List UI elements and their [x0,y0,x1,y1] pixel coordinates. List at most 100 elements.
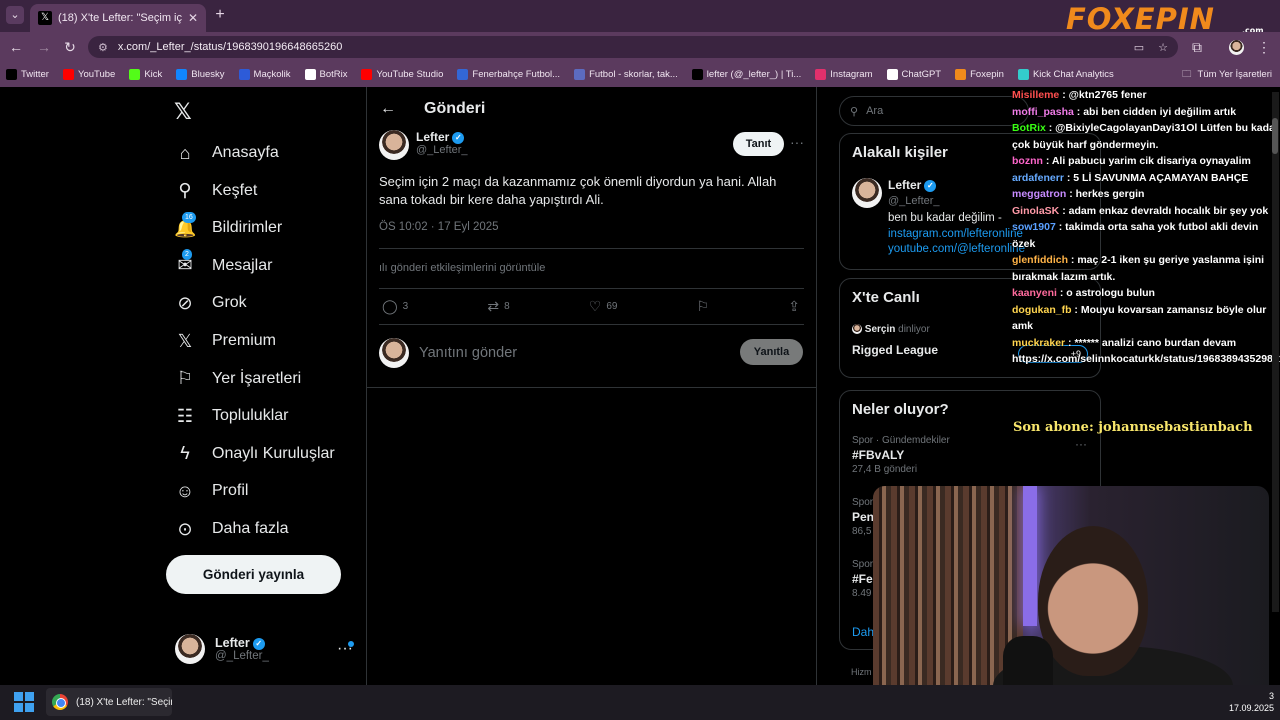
sidebar-item-label: Grok [212,294,247,312]
browser-profile-avatar[interactable] [1229,40,1244,55]
live-host[interactable]: Serçin dinliyor [852,324,930,335]
chat-username: meggatron [1012,188,1067,200]
all-bookmarks-button[interactable]: 🗀 Tüm Yer İşaretleri [1182,62,1272,87]
tab-search-button[interactable]: ⌄ [6,6,24,24]
post-button[interactable]: Gönderi yayınla [166,555,341,594]
page-title: Gönderi [424,100,486,117]
reply-icon: ◯ [382,298,398,314]
windows-start-icon[interactable] [14,692,34,712]
extensions-icon[interactable]: ⧉ [1187,37,1207,57]
reply-button[interactable]: Yanıtla [740,339,803,365]
sidebar-item-daha-fazla[interactable]: ⊙ Daha fazla [174,510,288,548]
avatar[interactable] [852,178,882,208]
view-engagements-link[interactable]: ılı gönderi etkileşimlerini görüntüle [379,262,545,274]
scrollbar-thumb[interactable] [1272,118,1278,154]
bookmark-item[interactable]: ChatGPT [886,69,941,80]
sidebar-item-label: Topluluklar [212,407,289,425]
sidebar-item-premium[interactable]: 𝕏 Premium [174,322,276,360]
browser-menu-icon[interactable]: ⋮ [1254,37,1274,57]
sidebar-item-label: Mesajlar [212,256,273,274]
site-info-icon[interactable]: ⚙ [98,41,108,54]
sidebar-item-label: Bildirimler [212,219,283,237]
bookmark-item[interactable]: YouTube Studio [361,69,443,80]
bookmark-action[interactable]: ⚐ [697,298,710,315]
sidebar-item-yer-i-şaretleri[interactable]: ⚐ Yer İşaretleri [174,360,301,398]
instagram-link[interactable]: instagram.com/lefteronline [888,228,1023,240]
reply-action[interactable]: ◯ 3 [382,298,408,315]
cast-icon[interactable]: ▭ [1134,41,1144,54]
trend-context: Spor · Gündemdekiler [852,435,950,446]
bookmark-item[interactable]: BotRix [304,69,347,80]
bookmark-item[interactable]: Foxepin [955,69,1004,80]
taskbar-chrome-app[interactable]: (18) X'te Lefter: "Seçim i [46,688,172,716]
promote-button[interactable]: Tanıt [733,132,784,156]
share-icon: ⇪ [788,298,800,314]
back-arrow-icon[interactable]: ← [380,100,396,118]
avatar[interactable] [379,130,409,160]
trend-more-icon[interactable]: ··· [1075,437,1087,451]
bookshelf-image [873,486,1023,700]
author-handle[interactable]: @_Lefter_ [416,144,468,156]
sidebar-item-topluluklar[interactable]: ☷ Topluluklar [174,397,289,435]
grid-icon [457,69,469,80]
mackolik-icon [238,69,250,80]
sidebar-item-mesajlar[interactable]: ✉ 2 Mesajlar [174,247,272,285]
bookmark-item[interactable]: lefter (@_lefter_) | Ti... [691,69,801,80]
like-action[interactable]: ♡ 69 [589,298,618,315]
reply-input[interactable]: Yanıtını gönder [419,345,517,361]
bookmark-item[interactable]: YouTube [62,69,115,80]
x-logo-icon[interactable]: 𝕏 [174,100,192,125]
chat-username: muckraker [1012,336,1066,349]
bookmark-item[interactable]: Instagram [815,69,873,80]
reload-icon[interactable]: ↻ [60,37,80,57]
streamer-head-image [1038,526,1148,676]
scrollbar[interactable] [1272,92,1279,612]
related-name[interactable]: Lefter [888,178,921,192]
youtube-link[interactable]: youtube.com/@lefteronline [888,243,1025,255]
lightning-icon: ϟ [180,443,190,464]
repost-action[interactable]: ⇄ 8 [487,298,509,315]
trend-item[interactable]: Spor · Gündemdekiler #FBvALY 27,4 B gönder… [852,435,950,475]
show-more-link[interactable]: Dah [852,625,874,639]
bookmark-item[interactable]: Kick [129,69,162,80]
sidebar-item-grok[interactable]: ⊘ Grok [174,284,247,322]
post-header: ← Gönderi [380,100,485,118]
last-subscriber: Son abone: johannsebastianbach [1013,420,1253,435]
trend-item[interactable]: Spor Pen 86,5 [852,497,874,537]
stream-chat-overlay: Misilleme : @ktn2765 fener moffi_pasha : … [1012,87,1280,368]
sidebar-item-anasayfa[interactable]: ⌂ Anasayfa [174,134,279,172]
star-icon[interactable]: ☆ [1158,41,1168,54]
related-handle[interactable]: @_Lefter_ [888,195,940,207]
bookmark-item[interactable]: Maçkolik [238,69,291,80]
sidebar-item-bildirimler[interactable]: 🔔 16 Bildirimler [174,209,282,247]
author-name[interactable]: Lefter [416,130,449,144]
trend-count: 27,4 B gönderi [852,464,918,475]
bookmark-item[interactable]: Futbol - skorlar, tak... [574,69,678,80]
new-tab-button[interactable]: + [211,6,229,24]
browser-tab[interactable]: 𝕏 (18) X'te Lefter: "Seçim için 2 m ✕ [30,4,206,32]
sidebar-item-profil[interactable]: ☺ Profil [174,472,249,510]
bookmark-item[interactable]: Kick Chat Analytics [1017,69,1114,80]
back-icon[interactable]: ← [6,37,26,57]
share-action[interactable]: ⇪ [788,298,800,315]
bookmark-item[interactable]: Twitter [6,69,49,80]
address-bar[interactable]: ⚙ x.com/_Lefter_/status/1968390196648665… [88,36,1178,58]
footer-links[interactable]: Hizm [851,667,872,677]
forward-icon[interactable]: → [34,37,54,57]
system-clock[interactable]: 3 17.09.2025 [1222,690,1274,714]
account-switcher[interactable]: Lefter ✓ @_Lefter_ [175,634,269,664]
search-input[interactable]: ⚲ Ara [839,96,1029,126]
bookmark-item[interactable]: Bluesky [176,69,225,80]
sidebar-item-onaylı-kuruluşlar[interactable]: ϟ Onaylı Kuruluşlar [174,435,334,473]
analytics-icon: ılı [379,262,391,274]
avatar [852,324,862,335]
tweet-timestamp[interactable]: ÖS 10:02 · 17 Eyl 2025 [379,221,499,233]
live-show[interactable]: Rigged League [852,343,938,357]
bookmark-icon: ⚐ [696,298,710,314]
x-icon: 𝕏 [177,330,193,351]
sidebar-item-keşfet[interactable]: ⚲ Keşfet [174,172,257,210]
close-tab-icon[interactable]: ✕ [188,11,198,25]
tweet-more-icon[interactable]: ··· [790,134,804,150]
trend-item[interactable]: Spor #Fe 8.49 [852,559,873,599]
bookmark-item[interactable]: Fenerbahçe Futbol... [457,69,560,80]
